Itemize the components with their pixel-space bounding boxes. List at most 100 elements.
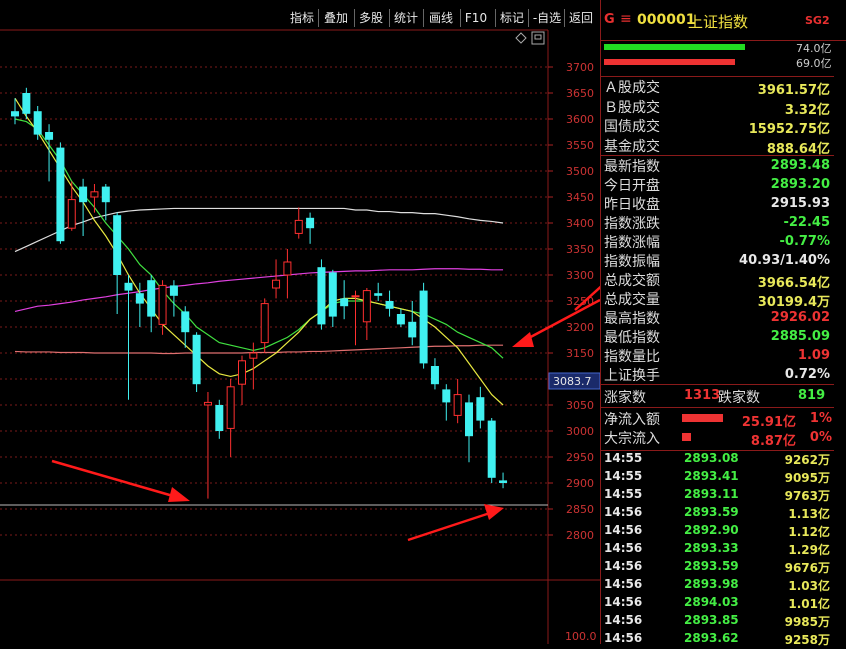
candle-body [283,261,292,276]
toolbar-button[interactable]: 画线 [425,8,457,28]
candle [283,249,292,299]
tick-row[interactable]: 14:56 2893.59 9676万 [602,559,830,577]
toolbar-button[interactable]: 标记 [497,8,527,28]
stat-label: 今日开盘 [604,178,660,194]
tick-row[interactable]: 14:56 2893.62 9258万 [602,631,830,649]
menu-icon[interactable]: ≡ [620,11,632,27]
candle-body [385,301,394,309]
toolbar-button[interactable]: 叠加 [320,8,352,28]
axis-tick-label: 3700 [566,61,594,74]
candle [272,259,281,299]
tick-volume: 1.03亿 [788,579,830,593]
candle-body [124,282,133,291]
tick-row[interactable]: 14:56 2893.59 1.13亿 [602,505,830,523]
stat-label: 指数量比 [604,349,660,365]
tick-volume: 9676万 [784,561,830,575]
candle [465,394,473,463]
candle [306,212,315,244]
tick-time: 14:56 [604,577,643,591]
candle-body [67,199,76,229]
stat-value: 40.93/1.40% [739,253,830,268]
tick-volume: 9262万 [784,453,830,467]
candle [238,355,246,405]
candle [169,280,178,317]
turnover-label: 国债成交 [604,119,660,135]
axis-tick-label: 3200 [566,321,594,334]
candle [476,386,485,429]
candle [487,418,496,483]
candle [385,290,394,317]
tick-price: 2893.08 [684,451,739,465]
candle [22,87,31,119]
toolbar-button[interactable]: 指标 [287,8,317,28]
tick-volume: 9095万 [784,471,830,485]
axis-tick-label: 3600 [566,113,594,126]
tick-price: 2893.98 [684,577,739,591]
candle [181,306,190,348]
ma-line-green [14,118,504,359]
tick-time: 14:56 [604,559,643,573]
toolbar-separator [495,9,496,27]
candle [56,142,65,244]
stat-label: 昨日收盘 [604,197,660,213]
stat-label: 总成交额 [604,273,660,289]
tick-price: 2893.85 [684,613,739,627]
tick-row[interactable]: 14:56 2893.85 9985万 [602,613,830,631]
down-count-label: 跌家数 [718,390,760,406]
candle [453,379,462,424]
stat-value: 2893.20 [770,177,830,192]
tick-row[interactable]: 14:55 2893.11 9763万 [602,487,830,505]
candle-body [192,334,201,385]
tick-row[interactable]: 14:55 2893.08 9262万 [602,451,830,469]
toolbar-button[interactable]: 统计 [391,8,421,28]
strength-bar [604,44,745,50]
strength-bar-label: 69.0亿 [796,57,832,70]
toolbar-button[interactable]: F10 [462,8,490,28]
candle-body [56,147,65,242]
kline-chart[interactable]: 2800285029002950300030503100315032003250… [0,0,600,644]
tick-row[interactable]: 14:55 2893.41 9095万 [602,469,830,487]
axis-tick-label: 3150 [566,347,594,360]
candles [11,87,508,499]
candle [90,184,99,213]
current-price-tag: 3083.7 [548,372,600,390]
candle-body [249,352,258,359]
candle [419,282,428,369]
candle-body [158,284,167,325]
candle-body [79,186,88,203]
tick-volume: 9258万 [784,633,830,647]
toolbar-button[interactable]: 多股 [356,8,386,28]
turnover-label: Ｂ股成交 [604,99,660,116]
candle [294,207,303,239]
tick-volume: 9763万 [784,489,830,503]
tick-row[interactable]: 14:56 2893.33 1.29亿 [602,541,830,559]
tick-volume: 1.12亿 [788,525,830,539]
axis-tick-label: 3050 [566,399,594,412]
candle-body [90,191,99,198]
tick-time: 14:55 [604,451,643,465]
arrow-line [524,298,600,342]
toolbar-button[interactable]: 返回 [566,8,596,28]
tick-row[interactable]: 14:56 2892.90 1.12亿 [602,523,830,541]
turnover-label: Ａ股成交 [604,80,660,96]
flow-value: 25.91亿 [741,415,796,430]
annotation-arrows [51,285,600,542]
candle-body [476,397,485,421]
candle [374,282,383,301]
flow-pct: 1% [809,411,832,426]
candle-body [215,405,224,431]
side-scrollbar[interactable] [834,30,846,644]
tick-time: 14:56 [604,523,643,537]
tick-row[interactable]: 14:56 2893.98 1.03亿 [602,577,830,595]
candle-body [135,293,144,304]
tick-row[interactable]: 14:56 2894.03 1.01亿 [602,595,830,613]
down-count: 819 [798,388,826,403]
stat-value: 30199.4万 [757,295,830,310]
diamond-icon [515,32,527,44]
candle [340,280,349,320]
tick-price: 2893.33 [684,541,739,555]
toolbar-button[interactable]: -自选 [530,8,564,28]
panel-separator [600,384,834,385]
toolbar-separator [318,9,319,27]
panel-separator [600,76,834,77]
